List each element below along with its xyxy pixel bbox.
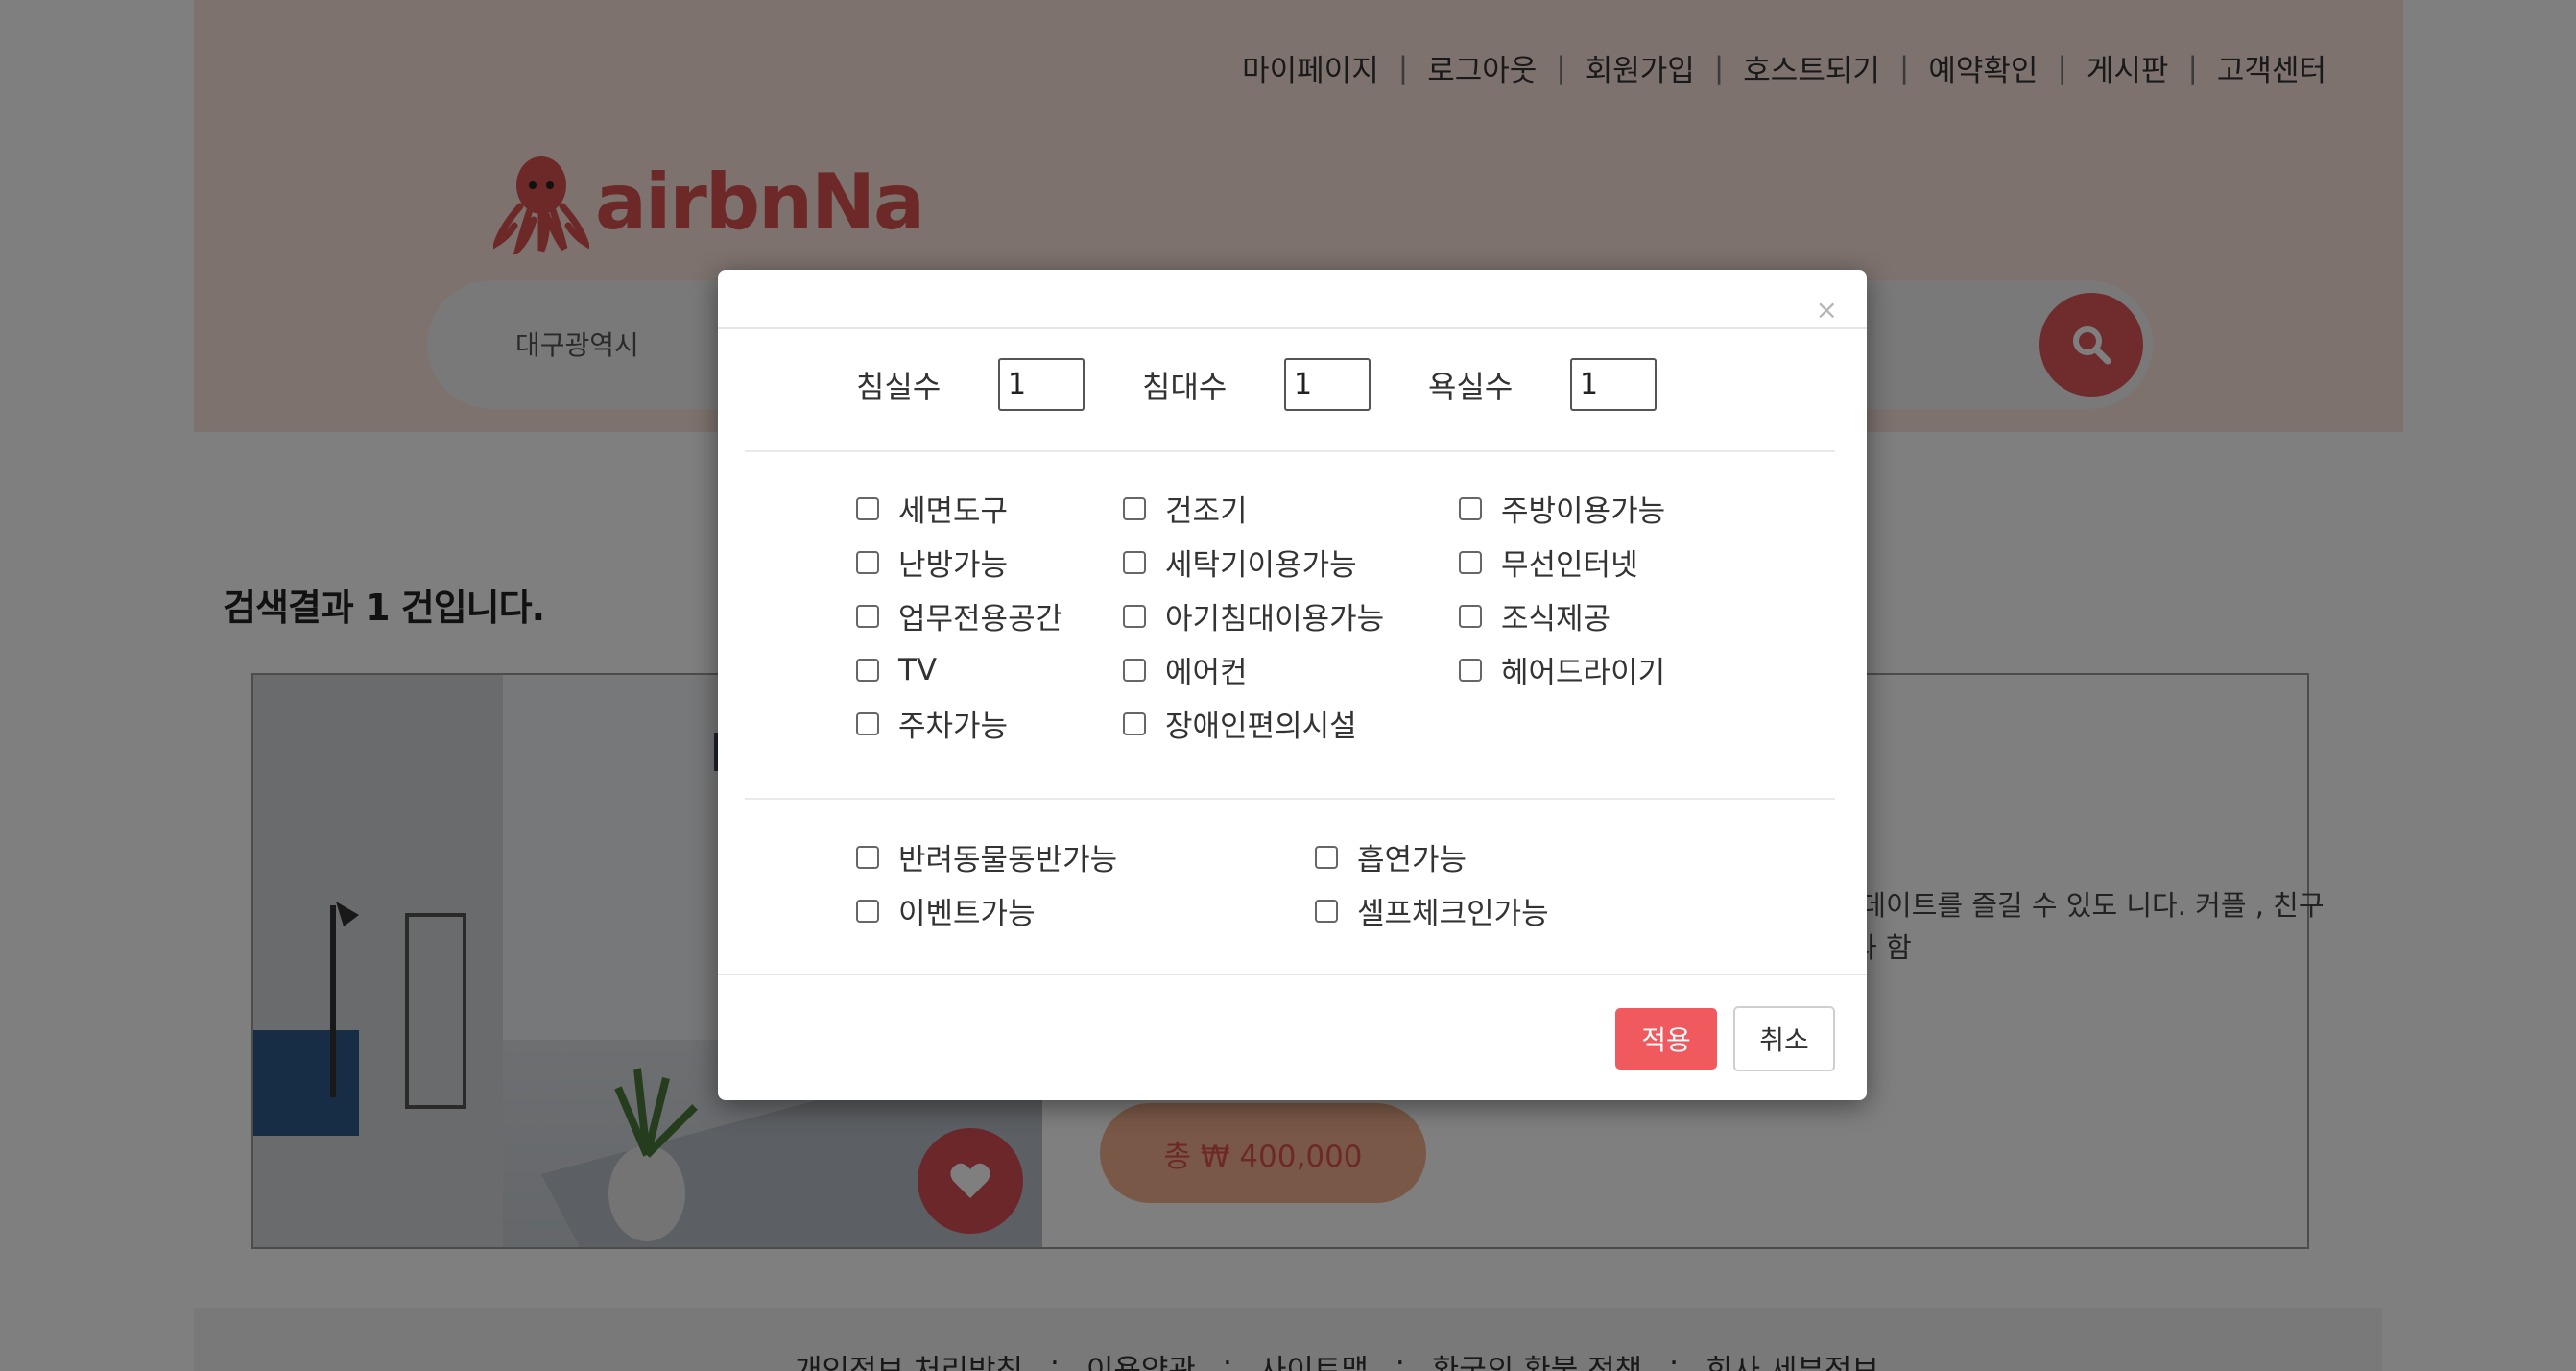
checkbox[interactable] [1123,496,1146,520]
amenity-hairdryer[interactable]: 헤어드라이기 [1459,652,1747,690]
amenity-label: 헤어드라이기 [1501,656,1666,690]
close-icon[interactable]: × [1816,297,1838,324]
amenity-heating[interactable]: 난방가능 [856,544,1123,583]
amenity-washer[interactable]: 세탁기이용가능 [1123,544,1459,583]
bathroom-count: 욕실수 [1428,358,1657,411]
amenity-label: 아기침대이용가능 [1165,602,1385,637]
rule-label: 흡연가능 [1357,843,1467,878]
rule-events[interactable]: 이벤트가능 [856,893,1315,931]
amenity-label: 무선인터넷 [1501,548,1638,583]
bed-count: 침대수 [1142,358,1371,411]
rule-label: 셀프체크인가능 [1357,897,1549,931]
checkbox[interactable] [856,496,879,520]
amenity-label: 장애인편의시설 [1165,710,1357,744]
amenity-dryer[interactable]: 건조기 [1123,491,1459,529]
checkbox[interactable] [1459,658,1482,682]
checkbox[interactable] [856,550,879,574]
amenity-label: 조식제공 [1501,602,1611,637]
checkbox[interactable] [1315,899,1338,923]
apply-button[interactable]: 적용 [1615,1008,1717,1070]
amenity-parking[interactable]: 주차가능 [856,706,1123,744]
amenity-breakfast[interactable]: 조식제공 [1459,598,1747,637]
checkbox[interactable] [1459,604,1482,628]
checkbox[interactable] [856,658,879,682]
checkbox[interactable] [856,899,879,923]
checkbox[interactable] [1315,845,1338,869]
checkbox[interactable] [1123,604,1146,628]
checkbox[interactable] [1123,550,1146,574]
rule-label: 이벤트가능 [898,897,1036,931]
modal-footer: 적용 취소 [718,974,1867,1100]
modal-header: × [718,270,1867,329]
checkbox[interactable] [1123,658,1146,682]
checkbox[interactable] [1123,711,1146,735]
amenity-crib[interactable]: 아기침대이용가능 [1123,598,1459,637]
rule-pets[interactable]: 반려동물동반가능 [856,839,1315,878]
bathroom-count-input[interactable] [1570,358,1657,411]
amenity-label: 주방이용가능 [1501,494,1666,529]
amenity-tv[interactable]: TV [856,652,1123,687]
amenity-toiletries[interactable]: 세면도구 [856,491,1123,529]
checkbox[interactable] [1459,550,1482,574]
amenity-label: 업무전용공간 [898,602,1063,637]
amenity-label: 주차가능 [898,710,1009,744]
filter-modal: × 침실수 침대수 욕실수 세면도구 건조기 주방이용가능 난방가능 세탁기이용… [718,270,1867,1100]
amenity-aircon[interactable]: 에어컨 [1123,652,1459,690]
checkbox[interactable] [856,604,879,628]
amenity-workspace[interactable]: 업무전용공간 [856,598,1123,637]
checkbox[interactable] [1459,496,1482,520]
bedroom-count-label: 침실수 [856,368,942,405]
amenity-label: 세면도구 [898,494,1009,529]
amenity-checklist: 세면도구 건조기 주방이용가능 난방가능 세탁기이용가능 무선인터넷 업무전용공… [856,491,1747,744]
amenity-accessibility[interactable]: 장애인편의시설 [1123,706,1459,744]
rule-smoking[interactable]: 흡연가능 [1315,839,1603,878]
rule-label: 반려동물동반가능 [898,843,1118,878]
bed-count-input[interactable] [1284,358,1371,411]
amenity-label: 난방가능 [898,548,1009,583]
divider [745,450,1835,452]
amenity-label: TV [898,652,938,687]
checkbox[interactable] [856,845,879,869]
amenity-label: 건조기 [1165,494,1248,529]
amenity-kitchen[interactable]: 주방이용가능 [1459,491,1747,529]
checkbox[interactable] [856,711,879,735]
bedroom-count-input[interactable] [998,358,1085,411]
divider [745,798,1835,800]
rule-self-checkin[interactable]: 셀프체크인가능 [1315,893,1603,931]
cancel-button[interactable]: 취소 [1733,1006,1835,1071]
amenity-label: 세탁기이용가능 [1165,548,1357,583]
bathroom-count-label: 욕실수 [1428,368,1514,405]
rules-checklist: 반려동물동반가능 흡연가능 이벤트가능 셀프체크인가능 [856,839,1603,931]
bedroom-count: 침실수 [856,358,1085,411]
room-counts-row: 침실수 침대수 욕실수 [856,358,1714,411]
amenity-label: 에어컨 [1165,656,1248,690]
amenity-wifi[interactable]: 무선인터넷 [1459,544,1747,583]
bed-count-label: 침대수 [1142,368,1228,405]
